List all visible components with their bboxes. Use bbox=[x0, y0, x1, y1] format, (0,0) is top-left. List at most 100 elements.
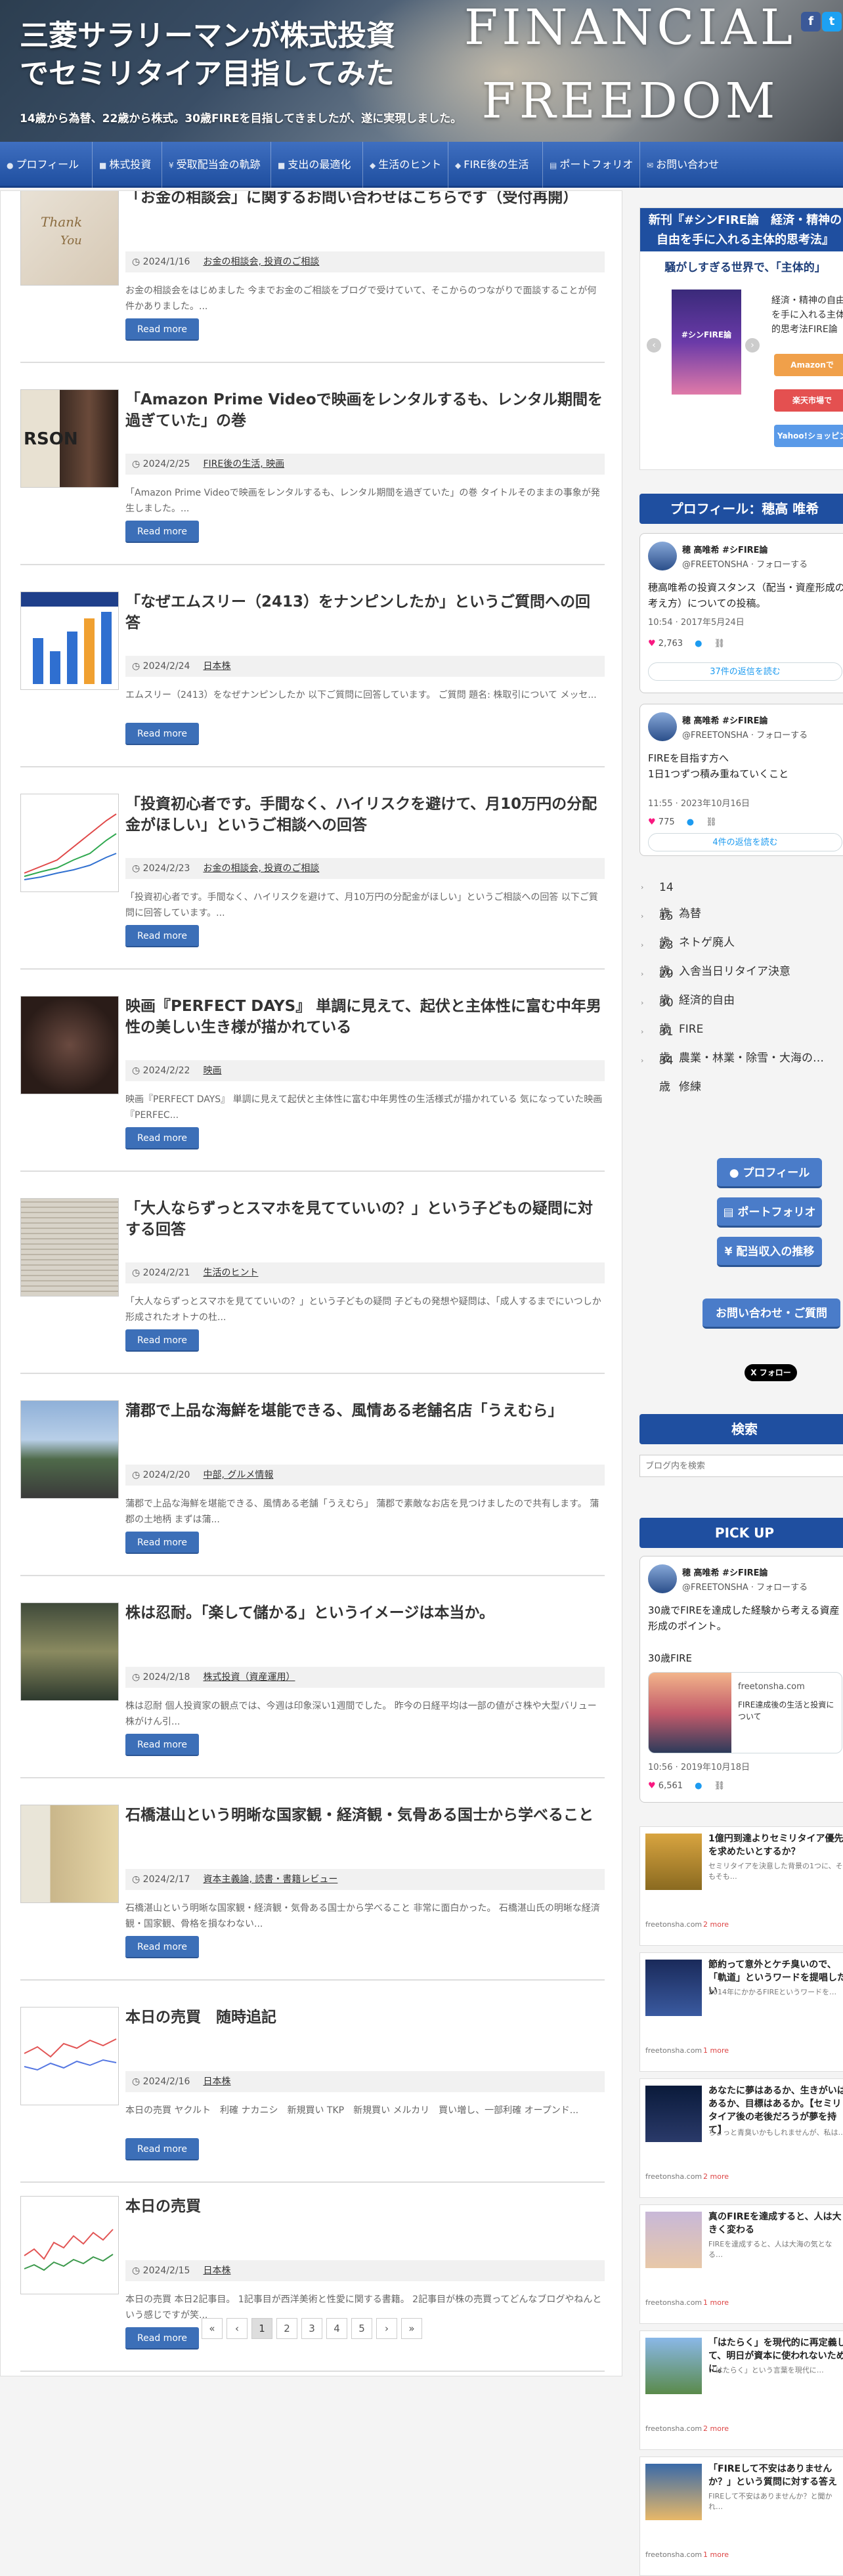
nav-stocks[interactable]: ■ 株式投資 bbox=[92, 142, 151, 188]
pager-first[interactable]: « bbox=[202, 2318, 223, 2339]
post-categories[interactable]: 資本主義論, 読書・書籍レビュー bbox=[203, 1874, 337, 1885]
search-input[interactable] bbox=[639, 1455, 843, 1477]
post-title[interactable]: 「投資初心者です。手間なく、ハイリスクを避けて、月10万円の分配金がほしい」とい… bbox=[125, 794, 605, 836]
book-cover[interactable]: #シンFIRE論 bbox=[672, 290, 741, 395]
pickup-comments[interactable]: 1 more bbox=[703, 2550, 729, 2559]
tweet-link-card[interactable]: freetonsha.com FIRE達成後の生活と投資について bbox=[648, 1672, 842, 1753]
post-categories[interactable]: 株式投資（資産運用） bbox=[203, 1672, 295, 1683]
embedded-tweet[interactable]: 穂 高唯希 #シFIRE論 @FREETONSHA · フォローする 穂高唯希の… bbox=[639, 533, 843, 693]
nav-contact[interactable]: ✉ お問い合わせ bbox=[639, 142, 719, 188]
pickup-comments[interactable]: 2 more bbox=[703, 2424, 729, 2433]
pickup-card[interactable]: 節約って意外とケチ臭いので、「軌道」というワードを提唱したい 2014年にかかる… bbox=[639, 1952, 843, 2072]
pager-page-4[interactable]: 4 bbox=[326, 2318, 347, 2339]
rakuten-button[interactable]: 楽天市場で bbox=[774, 389, 843, 412]
post-title[interactable]: 石橋湛山という明晰な国家観・経済観・気骨ある国士から学べること bbox=[125, 1805, 605, 1826]
carousel-next-icon[interactable]: › bbox=[745, 338, 760, 353]
yahoo-button[interactable]: Yahoo!ショッピング bbox=[774, 425, 843, 463]
pager-page-2[interactable]: 2 bbox=[276, 2318, 297, 2339]
pickup-comments[interactable]: 1 more bbox=[703, 2298, 729, 2307]
post-thumbnail[interactable] bbox=[20, 1400, 119, 1499]
tweet-time[interactable]: 10:54 · 2017年5月24日 bbox=[648, 615, 745, 628]
link-icon[interactable]: ⛓ bbox=[714, 1781, 725, 1791]
heart-icon[interactable]: ♥ bbox=[648, 1781, 656, 1791]
post-title[interactable]: 「大人ならずっとスマホを見てていいの？」という子どもの疑問に対する回答 bbox=[125, 1198, 605, 1240]
heart-icon[interactable]: ♥ bbox=[648, 639, 656, 649]
pickup-comments[interactable]: 1 more bbox=[703, 2046, 729, 2055]
post-thumbnail[interactable]: Thank You bbox=[20, 191, 119, 286]
post-categories[interactable]: 日本株 bbox=[203, 2265, 230, 2276]
pickup-title[interactable]: 1億円到達よりセミリタイア優先を求めたいとするか？ bbox=[708, 1832, 843, 1858]
read-more-button[interactable]: Read more bbox=[125, 1734, 199, 1756]
pickup-card[interactable]: 真のFIREを達成すると、人は大きく変わる FIREを達成すると、人は大海の気と… bbox=[639, 2204, 843, 2324]
portfolio-button[interactable]: ▤ ポートフォリオ bbox=[717, 1197, 822, 1228]
tweet-time[interactable]: 10:56 · 2019年10月18日 bbox=[648, 1760, 750, 1772]
link-icon[interactable]: ⛓ bbox=[706, 817, 717, 827]
pager-page-3[interactable]: 3 bbox=[301, 2318, 322, 2339]
heart-icon[interactable]: ♥ bbox=[648, 817, 656, 827]
post-title[interactable]: 「お金の相談会」に関するお問い合わせはこちらです（受付再開） bbox=[125, 191, 605, 208]
pickup-title[interactable]: 真のFIREを達成すると、人は大きく変わる bbox=[708, 2210, 843, 2237]
post-title[interactable]: 「Amazon Prime Videoで映画をレンタルするも、レンタル期間を過ぎ… bbox=[125, 389, 605, 431]
post-thumbnail[interactable] bbox=[20, 1805, 119, 1903]
post-thumbnail[interactable] bbox=[20, 2007, 119, 2105]
post-categories[interactable]: お金の相談会, 投資のご相談 bbox=[203, 863, 319, 874]
tweet-read-replies[interactable]: 37件の返信を読む bbox=[648, 662, 842, 681]
post-thumbnail[interactable] bbox=[20, 1602, 119, 1701]
post-title[interactable]: 蒲郡で上品な海鮮を堪能できる、風情ある老舗名店「うえむら」 bbox=[125, 1400, 605, 1421]
post-thumbnail[interactable] bbox=[20, 794, 119, 892]
tweet-handle[interactable]: @FREETONSHA · フォローする bbox=[682, 557, 808, 570]
amazon-button[interactable]: Amazonで bbox=[774, 354, 843, 376]
post-categories[interactable]: FIRE後の生活, 映画 bbox=[203, 459, 284, 469]
read-more-button[interactable]: Read more bbox=[125, 1532, 199, 1554]
pickup-title[interactable]: 「FIREして不安はありませんか？」という質問に対する答え bbox=[708, 2462, 843, 2489]
post-title[interactable]: 本日の売買 bbox=[125, 2196, 605, 2217]
carousel-prev-icon[interactable]: ‹ bbox=[647, 338, 661, 353]
reply-icon[interactable]: ● bbox=[695, 1781, 702, 1791]
reply-icon[interactable]: ● bbox=[687, 817, 694, 827]
pickup-comments[interactable]: 2 more bbox=[703, 2172, 729, 2181]
profile-button[interactable]: ● プロフィール bbox=[717, 1158, 822, 1188]
pickup-tweet[interactable]: 穂 高唯希 #シFIRE論 @FREETONSHA · フォローする 30歳でF… bbox=[639, 1556, 843, 1803]
read-more-button[interactable]: Read more bbox=[125, 1329, 199, 1352]
nav-dividends[interactable]: ¥ 受取配当金の軌跡 bbox=[162, 142, 261, 188]
post-categories[interactable]: 中部, グルメ情報 bbox=[203, 1470, 273, 1480]
site-title[interactable]: 三菱サラリーマンが株式投資 でセミリタイア目指してみた bbox=[20, 17, 479, 93]
facebook-icon[interactable]: f bbox=[801, 12, 821, 32]
read-more-button[interactable]: Read more bbox=[125, 1127, 199, 1149]
pager-page-1[interactable]: 1 bbox=[251, 2318, 272, 2339]
post-categories[interactable]: お金の相談会, 投資のご相談 bbox=[203, 257, 319, 267]
pickup-card[interactable]: 「はたらく」を現代的に再定義して、明日が資本に使われないために。 「はたらく」と… bbox=[639, 2330, 843, 2450]
embedded-tweet[interactable]: 穂 高唯希 #シFIRE論 @FREETONSHA · フォローする FIREを… bbox=[639, 704, 843, 856]
pickup-card[interactable]: 1億円到達よりセミリタイア優先を求めたいとするか？ セミリタイアを決意した背景の… bbox=[639, 1826, 843, 1946]
dividend-history-button[interactable]: ¥ 配当収入の推移 bbox=[717, 1237, 822, 1267]
pickup-comments[interactable]: 2 more bbox=[703, 1920, 729, 1929]
post-thumbnail[interactable] bbox=[20, 996, 119, 1094]
pickup-card[interactable]: 「FIREして不安はありませんか？」という質問に対する答え FIREして不安はあ… bbox=[639, 2457, 843, 2576]
post-thumbnail[interactable] bbox=[20, 591, 119, 690]
post-title[interactable]: 映画『PERFECT DAYS』 単調に見えて、起伏と主体性に富む中年男性の美し… bbox=[125, 996, 605, 1038]
post-title[interactable]: 株は忍耐。「楽して儲かる」というイメージは本当か。 bbox=[125, 1602, 605, 1623]
post-categories[interactable]: 映画 bbox=[203, 1065, 221, 1076]
read-more-button[interactable]: Read more bbox=[125, 723, 199, 745]
nav-after-fire[interactable]: ◆ FIRE後の生活 bbox=[448, 142, 529, 188]
contact-button[interactable]: お問い合わせ・ご質問 bbox=[702, 1299, 840, 1329]
nav-expenses[interactable]: ■ 支出の最適化 bbox=[270, 142, 351, 188]
post-title[interactable]: 本日の売買 随時追記 bbox=[125, 2007, 605, 2028]
nav-life-hints[interactable]: ◆ 生活のヒント bbox=[362, 142, 441, 188]
pager-next[interactable]: › bbox=[376, 2318, 397, 2339]
read-more-button[interactable]: Read more bbox=[125, 925, 199, 947]
pickup-card[interactable]: あなたに夢はあるか、生きがいはあるか、目標はあるか。【セミリタイア後の老後だろう… bbox=[639, 2078, 843, 2198]
post-categories[interactable]: 日本株 bbox=[203, 661, 230, 672]
twitter-icon[interactable]: t bbox=[822, 12, 842, 32]
read-more-button[interactable]: Read more bbox=[125, 318, 199, 341]
read-more-button[interactable]: Read more bbox=[125, 1936, 199, 1958]
post-categories[interactable]: 生活のヒント bbox=[203, 1268, 258, 1278]
x-follow-button[interactable]: X フォロー bbox=[745, 1364, 797, 1381]
post-categories[interactable]: 日本株 bbox=[203, 2076, 230, 2087]
post-thumbnail[interactable] bbox=[20, 2196, 119, 2294]
pager-last[interactable]: » bbox=[401, 2318, 422, 2339]
post-thumbnail[interactable]: RSON bbox=[20, 389, 119, 488]
link-icon[interactable]: ⛓ bbox=[714, 639, 725, 649]
tweet-handle[interactable]: @FREETONSHA · フォローする bbox=[682, 728, 808, 741]
pager-page-5[interactable]: 5 bbox=[351, 2318, 372, 2339]
